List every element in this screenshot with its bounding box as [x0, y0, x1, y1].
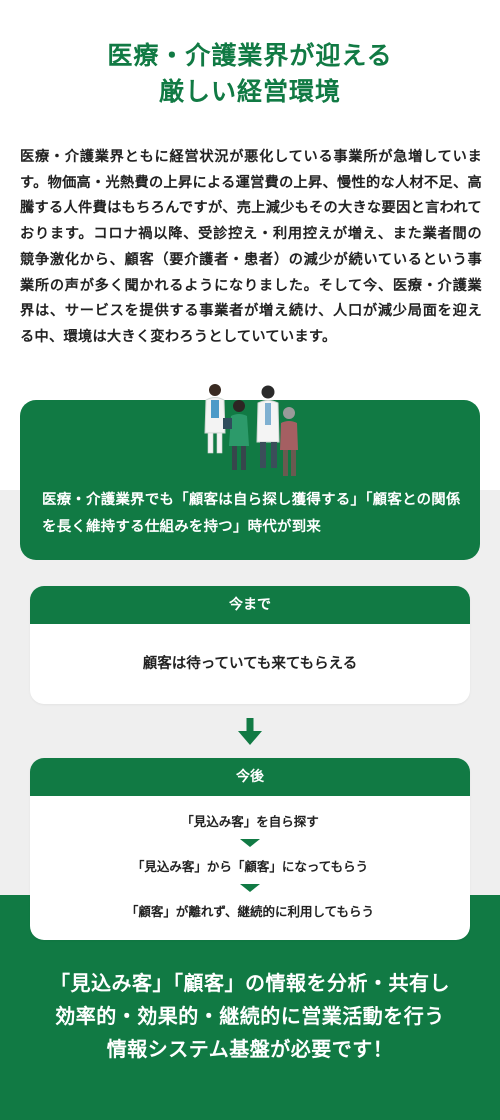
title-line-1: 医療・介護業界が迎える: [107, 41, 393, 70]
intro-paragraph: 医療・介護業界ともに経営状況が悪化している事業所が急増しています。物価高・光熱費…: [20, 149, 482, 345]
after-step-3: 「顧客」が離れず、継続的に利用してもらう: [125, 904, 375, 919]
before-card: 今まで 顧客は待っていても来てもらえる: [30, 586, 470, 704]
triangle-down-icon: [240, 884, 260, 892]
title-line-2: 厳しい経営環境: [158, 77, 341, 106]
conclusion-line-3: 情報システム基盤が必要です！: [106, 1037, 394, 1061]
after-card-header: 今後: [30, 758, 470, 796]
triangle-down-icon: [240, 839, 260, 847]
page-title: 医療・介護業界が迎える 厳しい経営環境: [0, 38, 500, 110]
after-card: 今後 「見込み客」を自ら探す 「見込み客」から「顧客」になってもらう 「顧客」が…: [30, 758, 470, 940]
before-card-text: 顧客は待っていても来てもらえる: [142, 656, 358, 672]
down-arrow-icon: [238, 718, 262, 745]
medical-staff-illustration: [204, 384, 298, 476]
after-step-2: 「見込み客」から「顧客」になってもらう: [131, 859, 369, 874]
conclusion-line-2: 効率的・効果的・継続的に営業活動を行う: [55, 1004, 445, 1028]
conclusion-line-1: 「見込み客」「顧客」の情報を分析・共有し: [50, 971, 450, 995]
after-step-1: 「見込み客」を自ら探す: [181, 814, 319, 829]
highlight-text: 医療・介護業界でも「顧客は自ら探し獲得する」「顧客との関係を長く維持する仕組みを…: [42, 492, 461, 535]
conclusion-text: 「見込み客」「顧客」の情報を分析・共有し 効率的・効果的・継続的に営業活動を行う…: [0, 967, 500, 1066]
before-card-header: 今まで: [30, 586, 470, 624]
